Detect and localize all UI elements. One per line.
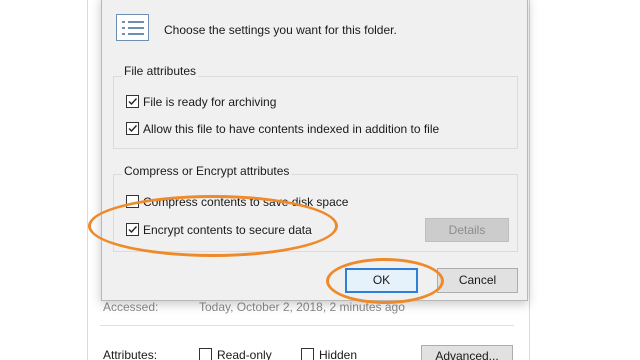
index-checkbox[interactable] (126, 122, 139, 135)
dialog-description: Choose the settings you want for this fo… (164, 23, 397, 37)
compress-label: Compress contents to save disk space (143, 195, 349, 209)
hidden-label: Hidden (319, 348, 358, 360)
archive-label: File is ready for archiving (143, 95, 277, 109)
compress-checkbox-row[interactable]: Compress contents to save disk space (126, 194, 426, 210)
file-attributes-group (113, 76, 518, 149)
divider (100, 325, 514, 326)
compress-checkbox[interactable] (126, 195, 139, 208)
accessed-value: Today, October 2, 2018, 2 minutes ago (199, 300, 405, 314)
advanced-button[interactable]: Advanced... (421, 345, 513, 360)
cancel-button[interactable]: Cancel (437, 268, 518, 293)
index-label: Allow this file to have contents indexed… (143, 122, 440, 136)
folder-settings-icon (116, 14, 149, 41)
accessed-label: Accessed: (103, 300, 159, 314)
archive-checkbox-row[interactable]: File is ready for archiving (126, 94, 486, 110)
hidden-checkbox[interactable] (301, 348, 314, 360)
ok-button[interactable]: OK (345, 268, 418, 293)
readonly-label: Read-only (217, 348, 272, 360)
details-button[interactable]: Details (425, 218, 509, 242)
attributes-row: Attributes: Read-only Hidden Advanced... (103, 345, 523, 360)
file-attributes-title: File attributes (122, 64, 199, 78)
attributes-label: Attributes: (103, 348, 158, 360)
encrypt-label: Encrypt contents to secure data (143, 223, 312, 237)
encrypt-checkbox[interactable] (126, 223, 139, 236)
index-checkbox-row[interactable]: Allow this file to have contents indexed… (126, 121, 506, 137)
encrypt-checkbox-row[interactable]: Encrypt contents to secure data (126, 222, 386, 238)
compress-encrypt-title: Compress or Encrypt attributes (122, 164, 292, 178)
readonly-checkbox[interactable] (199, 348, 212, 360)
advanced-attributes-dialog: Choose the settings you want for this fo… (101, 0, 528, 301)
archive-checkbox[interactable] (126, 95, 139, 108)
